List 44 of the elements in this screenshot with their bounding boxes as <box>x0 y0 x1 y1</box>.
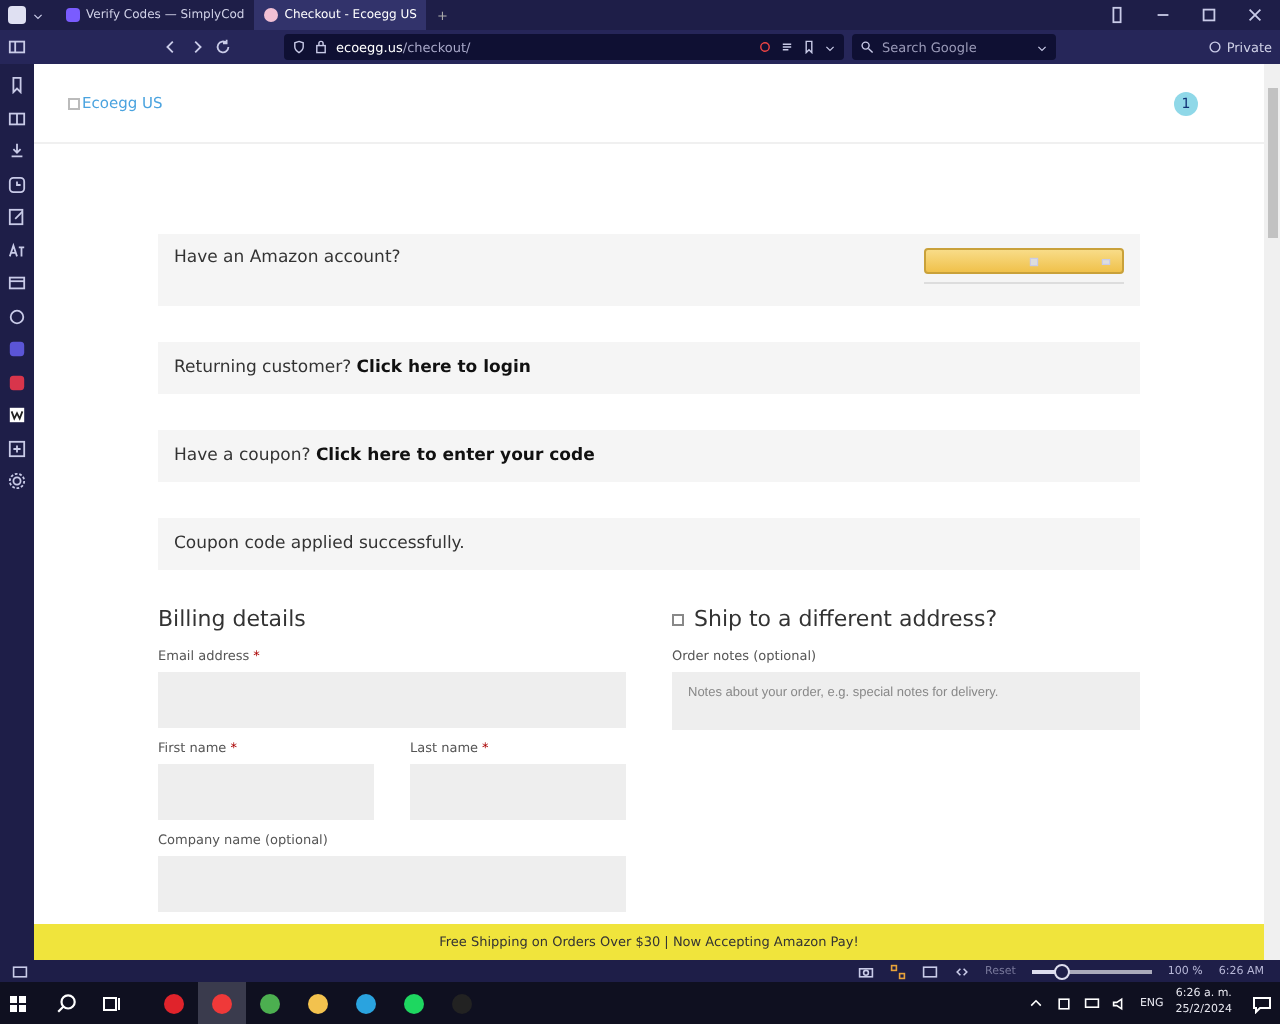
notice-text: Have an Amazon account? <box>174 248 401 268</box>
window-icon[interactable] <box>8 274 26 292</box>
notice-text: Coupon code applied successfully. <box>174 534 465 554</box>
caret-icon[interactable] <box>32 9 44 21</box>
translate-icon[interactable] <box>8 241 26 259</box>
panel-toggle-icon[interactable] <box>8 38 26 56</box>
image-icon <box>1100 255 1112 267</box>
scrollbar[interactable] <box>1264 64 1280 960</box>
checkbox[interactable] <box>672 613 684 625</box>
caret-icon[interactable] <box>824 41 836 53</box>
shield-icon <box>292 40 306 54</box>
clock-icon[interactable] <box>8 175 26 193</box>
reader-icon[interactable] <box>780 40 794 54</box>
checkbox-label[interactable]: Ship to a different address? <box>694 606 998 632</box>
notification-icon[interactable] <box>1252 993 1272 1013</box>
caret-icon[interactable] <box>1036 41 1048 53</box>
maximize-icon[interactable] <box>1200 6 1218 24</box>
notice-text: Have a coupon? Click here to enter your code <box>174 446 595 466</box>
chevron-up-icon[interactable] <box>1027 995 1044 1011</box>
add-panel-icon[interactable] <box>8 439 26 457</box>
blocker-icon[interactable] <box>758 40 772 54</box>
camera-icon[interactable] <box>857 963 874 979</box>
windows-start-icon[interactable] <box>8 993 28 1013</box>
tiling-icon[interactable] <box>889 963 906 979</box>
reload-icon[interactable] <box>214 38 232 56</box>
search-icon[interactable] <box>56 992 78 1014</box>
bookmark-icon[interactable] <box>8 76 26 94</box>
code-icon[interactable] <box>953 963 970 979</box>
bookmark-icon[interactable] <box>802 40 816 54</box>
panel-icon[interactable] <box>12 963 28 979</box>
book-icon[interactable] <box>8 109 26 127</box>
task-view-icon[interactable] <box>102 993 122 1013</box>
download-icon[interactable] <box>8 142 26 160</box>
search-icon <box>860 40 874 54</box>
volume-icon[interactable] <box>1111 995 1128 1011</box>
notice-text: Returning customer? Click here to login <box>174 358 531 378</box>
close-icon[interactable] <box>1246 6 1264 24</box>
lock-icon <box>314 40 328 54</box>
image-icon <box>1028 255 1040 267</box>
section-heading: Billing details <box>158 606 308 632</box>
settings-icon[interactable] <box>8 472 26 490</box>
w-letter-icon[interactable] <box>8 406 26 424</box>
note-icon[interactable] <box>8 208 26 226</box>
window-icon[interactable] <box>921 963 938 979</box>
